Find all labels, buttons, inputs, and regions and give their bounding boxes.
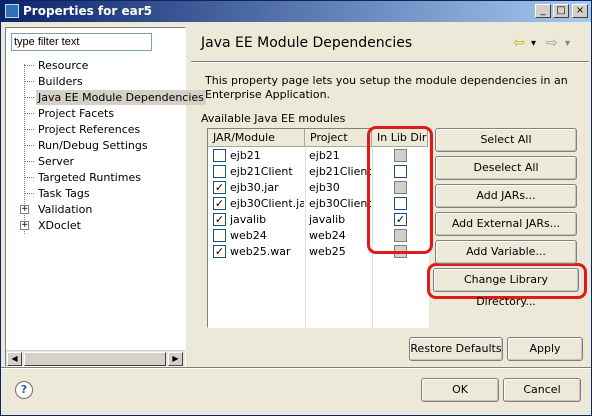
tree-connector [24,113,34,114]
help-icon[interactable]: ? [15,381,33,399]
footer-divider [1,367,591,369]
tree-connector [24,65,34,66]
select-all-button[interactable]: Select All [435,128,577,152]
module-name: web24 [230,229,267,242]
title-bar[interactable]: Properties for ear5 _ □ × [1,1,591,22]
tree-item[interactable]: Project Facets [6,106,185,121]
tree-item-label: Resource [38,59,89,72]
tree-connector [24,97,34,98]
project-name: ejb21 [309,149,340,162]
project-name: web24 [309,229,346,242]
back-arrow-icon[interactable]: ⇦ [513,35,525,51]
column-header-project[interactable]: Project [305,129,372,147]
window-title: Properties for ear5 [23,4,152,18]
tree-item-label: Server [38,155,75,168]
page-header: Java EE Module Dependencies ⇦ ▾ ⇨ ▾ [191,27,589,61]
module-checkbox[interactable]: ✓ [213,181,226,194]
cancel-button[interactable]: Cancel [503,378,581,402]
module-name: ejb21 [230,149,261,162]
deselect-all-button[interactable]: Deselect All [435,156,577,180]
panel-splitter[interactable] [188,27,191,367]
horizontal-scrollbar[interactable]: ◀ ▶ [6,350,185,366]
forward-menu-chevron-icon[interactable]: ▾ [565,38,570,49]
column-header-module[interactable]: JAR/Module [208,129,305,147]
module-name: web25.war [230,245,291,258]
header-divider [191,61,589,63]
tree-connector [24,193,34,194]
tree-item-label: Run/Debug Settings [38,139,148,152]
apply-button[interactable]: Apply [507,337,583,361]
add-variable-button[interactable]: Add Variable... [435,240,577,264]
scroll-right-arrow-icon[interactable]: ▶ [168,352,183,366]
module-checkbox[interactable] [213,149,226,162]
lib-dir-highlight [367,126,433,254]
tree-item-label: XDoclet [38,219,81,232]
expand-plus-icon[interactable]: + [20,221,29,230]
module-checkbox[interactable]: ✓ [213,197,226,210]
tree-item[interactable]: Resource [6,58,185,73]
tree-item-label: Task Tags [38,187,90,200]
tree-item[interactable]: Targeted Runtimes [6,170,185,185]
tree-item[interactable]: Task Tags [6,186,185,201]
project-name: ejb21Client [309,165,371,178]
page-title: Java EE Module Dependencies [201,35,413,51]
module-checkbox[interactable] [213,165,226,178]
module-checkbox[interactable]: ✓ [213,213,226,226]
tree-item[interactable]: Server [6,154,185,169]
module-name: javalib [230,213,267,226]
tree-item[interactable]: Builders [6,74,185,89]
preference-tree-panel: Resource Builders Java EE Module Dependenc… [5,27,206,367]
tree-item[interactable]: + XDoclet [6,218,185,233]
tree-item[interactable]: Java EE Module Dependencies [6,90,206,105]
window-icon [5,4,19,18]
tree-item-label: Targeted Runtimes [38,171,141,184]
module-name: ejb30Client.jar [230,197,304,210]
tree-item[interactable]: Run/Debug Settings [6,138,185,153]
tree-item-label: Project Facets [38,107,115,120]
properties-dialog: Properties for ear5 _ □ × Resource Builde… [0,0,592,416]
forward-arrow-icon[interactable]: ⇨ [546,35,558,51]
tree-connector [24,177,34,178]
maximize-button[interactable]: □ [553,4,569,18]
tree-item[interactable]: + Validation [6,202,185,217]
scroll-thumb[interactable] [24,352,166,366]
tree-connector [24,145,34,146]
ok-button[interactable]: OK [421,378,499,402]
add-jars-button[interactable]: Add JARs... [435,184,577,208]
module-name: ejb30.jar [230,181,279,194]
tree-connector [24,161,34,162]
page-description: This property page lets you setup the mo… [205,74,568,101]
tree-connector [24,81,34,82]
add-external-jars-button[interactable]: Add External JARs... [435,212,577,236]
module-checkbox[interactable] [213,229,226,242]
tree-connector [24,129,34,130]
back-menu-chevron-icon[interactable]: ▾ [531,38,536,49]
project-name: ejb30Client [309,197,371,210]
change-library-directory-button[interactable]: Change Library Directory... [433,268,579,308]
tree-item[interactable]: Project References [6,122,185,137]
close-button[interactable]: × [572,4,588,18]
tree-item-label: Builders [38,75,83,88]
scroll-left-arrow-icon[interactable]: ◀ [7,352,22,366]
tree-item-label: Project References [38,123,141,136]
project-name: ejb30 [309,181,340,194]
restore-defaults-button[interactable]: Restore Defaults [409,337,503,361]
tree-item-label: Validation [38,203,93,216]
module-name: ejb21Client [230,165,293,178]
expand-plus-icon[interactable]: + [20,205,29,214]
project-name: web25 [309,245,346,258]
project-name: javalib [309,213,346,226]
filter-input[interactable] [11,33,152,51]
available-modules-label: Available Java EE modules [201,112,346,125]
module-checkbox[interactable]: ✓ [213,245,226,258]
tree-item-label: Java EE Module Dependencies [36,90,206,105]
minimize-button[interactable]: _ [535,4,551,18]
